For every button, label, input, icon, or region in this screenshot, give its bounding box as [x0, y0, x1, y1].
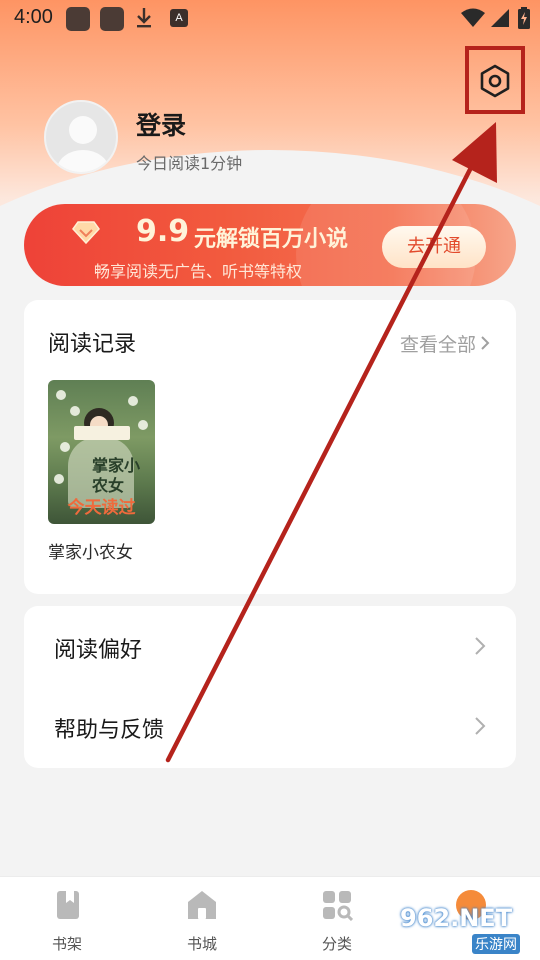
- vip-price: 9.9: [136, 214, 190, 249]
- book-cover[interactable]: 掌家小农女 今天读过: [48, 380, 155, 524]
- status-time: 4:00: [14, 6, 53, 28]
- nav-label: 书城: [186, 935, 217, 953]
- status-bar: 4:00 A: [0, 0, 540, 36]
- signal-icon: [491, 9, 509, 27]
- watermark-bottom: 乐游网: [472, 934, 520, 954]
- nav-tab-category[interactable]: 分类: [287, 877, 387, 960]
- text-app-icon: A: [170, 9, 188, 27]
- nav-label: 分类: [321, 935, 352, 953]
- avatar[interactable]: [44, 100, 118, 174]
- chevron-right-icon: [481, 336, 490, 350]
- nav-label: 书架: [51, 935, 82, 953]
- login-label[interactable]: 登录: [136, 106, 186, 142]
- chevron-right-icon: [475, 637, 486, 655]
- read-today-badge: 今天读过: [67, 498, 136, 518]
- diamond-icon: [72, 221, 100, 245]
- activate-vip-button[interactable]: 去开通: [382, 226, 486, 268]
- menu-card: 阅读偏好 帮助与反馈: [24, 606, 516, 768]
- menu-item-reading-preference[interactable]: 阅读偏好: [24, 608, 516, 688]
- view-all-link[interactable]: 查看全部: [400, 330, 490, 357]
- download-icon: [137, 8, 151, 28]
- reading-history-title: 阅读记录: [48, 332, 137, 357]
- view-all-label: 查看全部: [399, 334, 476, 356]
- bookstore-icon: [188, 891, 216, 919]
- wifi-icon: [461, 8, 485, 27]
- vip-banner[interactable]: 9.9 元解锁百万小说 畅享阅读无广告、听书等特权 去开通: [24, 204, 516, 286]
- cover-tag: [74, 426, 130, 440]
- nav-tab-bookstore[interactable]: 书城: [152, 877, 252, 960]
- bookshelf-icon: [57, 891, 79, 919]
- cover-title: 掌家小农女: [92, 456, 141, 495]
- settings-icon[interactable]: [476, 62, 514, 100]
- menu-item-label: 阅读偏好: [54, 638, 143, 663]
- battery-icon: [518, 7, 530, 29]
- watermark: 962.NET 乐游网: [400, 904, 536, 958]
- read-time-today: 今日阅读1分钟: [136, 154, 243, 173]
- chevron-right-icon: [475, 717, 486, 735]
- menu-item-help-feedback[interactable]: 帮助与反馈: [24, 688, 516, 768]
- watermark-top: 962.NET: [400, 904, 513, 932]
- nav-tab-bookshelf[interactable]: 书架: [17, 877, 117, 960]
- book-name[interactable]: 掌家小农女: [48, 538, 133, 563]
- category-icon: [323, 891, 353, 921]
- menu-item-label: 帮助与反馈: [54, 718, 165, 743]
- vip-subtitle: 畅享阅读无广告、听书等特权: [94, 262, 303, 281]
- app-notification-icon: [66, 7, 90, 31]
- vip-title: 元解锁百万小说: [194, 227, 349, 252]
- app-notification-icon: [100, 7, 124, 31]
- reading-history-card: 阅读记录 查看全部 掌家小农女 今天读过 掌家小农女: [24, 300, 516, 594]
